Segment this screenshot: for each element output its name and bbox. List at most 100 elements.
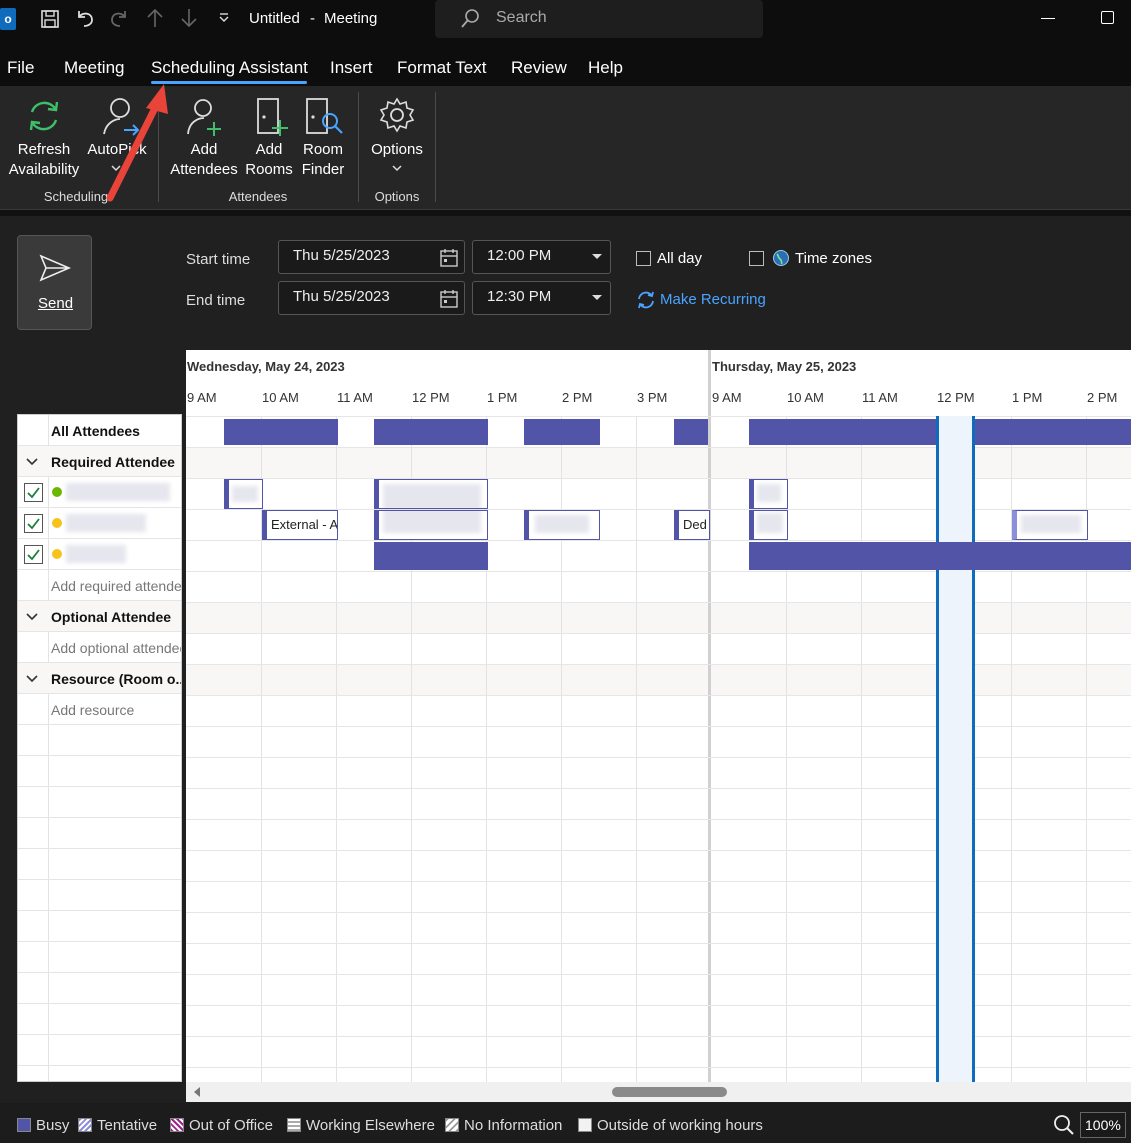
tab-file[interactable]: File: [7, 58, 34, 78]
end-date-field[interactable]: Thu 5/25/2023: [278, 281, 465, 315]
calendar-icon[interactable]: [439, 248, 459, 268]
event-block-external[interactable]: External - A: [262, 510, 338, 540]
title-separator: -: [310, 10, 315, 27]
start-date-field[interactable]: Thu 5/25/2023: [278, 240, 465, 274]
attendee-checkbox[interactable]: [24, 483, 43, 502]
end-time-dropdown[interactable]: 12:30 PM: [472, 281, 611, 315]
empty-row: [18, 1004, 181, 1035]
down-arrow-icon[interactable]: [179, 7, 199, 29]
add-resource-placeholder[interactable]: Add resource: [51, 702, 181, 718]
outlook-icon: o: [0, 8, 16, 30]
resource-header[interactable]: Resource (Room o...: [18, 663, 181, 694]
day-header-wednesday: Wednesday, May 24, 2023: [187, 359, 345, 374]
legend-bar: Busy Tentative Out of Office Working Els…: [0, 1103, 1131, 1143]
time-label: 10 AM: [787, 390, 824, 405]
zoom-icon[interactable]: [1053, 1114, 1075, 1136]
make-recurring-link[interactable]: Make Recurring: [660, 291, 766, 308]
optional-attendee-header[interactable]: Optional Attendee: [18, 601, 181, 632]
chevron-down-icon[interactable]: [26, 612, 38, 621]
tab-scheduling-assistant[interactable]: Scheduling Assistant: [151, 58, 308, 78]
send-button[interactable]: Send: [17, 235, 92, 330]
attendee-row[interactable]: [18, 477, 181, 508]
selected-time-slot[interactable]: [936, 416, 975, 1082]
start-date-value: Thu 5/25/2023: [293, 247, 390, 264]
time-zones-label[interactable]: Time zones: [795, 250, 872, 267]
event-block[interactable]: [374, 479, 488, 509]
chevron-down-icon[interactable]: [26, 457, 38, 466]
event-block-ded[interactable]: Ded: [674, 510, 710, 540]
search-box[interactable]: Search: [435, 0, 763, 38]
noinfo-swatch-icon: [445, 1118, 459, 1132]
attendee-checkbox[interactable]: [24, 545, 43, 564]
room-finder-label-1: Room: [302, 141, 343, 158]
chevron-down-icon[interactable]: [26, 674, 38, 683]
minimize-icon[interactable]: [1041, 18, 1055, 19]
search-placeholder: Search: [496, 9, 547, 26]
calendar-icon[interactable]: [439, 289, 459, 309]
all-day-label[interactable]: All day: [657, 250, 702, 267]
attendee-row[interactable]: [18, 508, 181, 539]
row-line: [186, 1005, 1131, 1006]
scroll-left-icon[interactable]: [192, 1086, 202, 1098]
room-finder-button[interactable]: Room Finder: [296, 90, 350, 182]
row-line: [186, 664, 1131, 665]
time-label: 9 AM: [712, 390, 742, 405]
checkmark-icon: [27, 518, 40, 530]
day-divider: [708, 350, 711, 1082]
time-zones-checkbox[interactable]: [749, 251, 764, 266]
horizontal-scrollbar[interactable]: [186, 1082, 1131, 1102]
zoom-level-field[interactable]: 100%: [1080, 1112, 1126, 1138]
scheduling-grid[interactable]: Wednesday, May 24, 2023 Thursday, May 25…: [186, 350, 1131, 1082]
customize-icon[interactable]: [218, 12, 230, 24]
maximize-icon[interactable]: [1101, 11, 1114, 24]
time-label: 3 PM: [637, 390, 668, 405]
add-resource-row[interactable]: Add resource: [18, 694, 181, 725]
event-block[interactable]: [374, 510, 488, 540]
row-line: [186, 788, 1131, 789]
event-block[interactable]: [524, 510, 600, 540]
tab-insert[interactable]: Insert: [330, 58, 373, 78]
add-attendees-button[interactable]: Add Attendees: [168, 90, 240, 182]
add-rooms-button[interactable]: Add Rooms: [242, 90, 296, 182]
required-attendee-header[interactable]: Required Attendee: [18, 446, 181, 477]
options-button[interactable]: Options: [364, 90, 430, 182]
row-line: [186, 695, 1131, 696]
group-options-label: Options: [374, 189, 420, 204]
attendee-name-redacted: [66, 514, 146, 532]
refresh-label: Refresh: [17, 141, 71, 158]
scrollbar-thumb[interactable]: [612, 1087, 727, 1097]
attendee-name-redacted: [66, 483, 170, 501]
redo-icon[interactable]: [108, 7, 130, 29]
up-arrow-icon[interactable]: [145, 7, 165, 29]
event-block[interactable]: [749, 510, 788, 540]
legend-tentative: Tentative: [78, 1117, 157, 1134]
add-required-row[interactable]: Add required attendee: [18, 570, 181, 601]
send-label: Send: [38, 295, 74, 312]
add-required-placeholder[interactable]: Add required attendee: [51, 578, 181, 594]
search-icon: [461, 9, 479, 28]
all-day-checkbox[interactable]: [636, 251, 651, 266]
all-attendees-row: All Attendees: [18, 415, 181, 446]
add-optional-placeholder[interactable]: Add optional attendee: [51, 640, 181, 656]
add-optional-row[interactable]: Add optional attendee: [18, 632, 181, 663]
attendee-row[interactable]: [18, 539, 181, 570]
tab-review[interactable]: Review: [511, 58, 567, 78]
event-block-tentative[interactable]: [1012, 510, 1088, 540]
event-block[interactable]: [224, 479, 263, 509]
group-row-shade: [186, 664, 1131, 695]
busy-block: [674, 419, 708, 445]
title-bar: o Untitled - Meeting Search: [0, 0, 1131, 40]
refresh-availability-button[interactable]: Refresh Availability: [2, 90, 86, 182]
busy-block: [374, 419, 488, 445]
save-icon[interactable]: [40, 9, 60, 29]
tab-meeting[interactable]: Meeting: [64, 58, 124, 78]
undo-icon[interactable]: [74, 7, 96, 29]
event-block[interactable]: [749, 479, 788, 509]
time-label: 9 AM: [187, 390, 217, 405]
start-time-dropdown[interactable]: 12:00 PM: [472, 240, 611, 274]
resource-label: Resource (Room o...: [51, 671, 181, 687]
tab-format-text[interactable]: Format Text: [397, 58, 486, 78]
attendee-checkbox[interactable]: [24, 514, 43, 533]
row-line: [186, 602, 1131, 603]
tab-help[interactable]: Help: [588, 58, 623, 78]
